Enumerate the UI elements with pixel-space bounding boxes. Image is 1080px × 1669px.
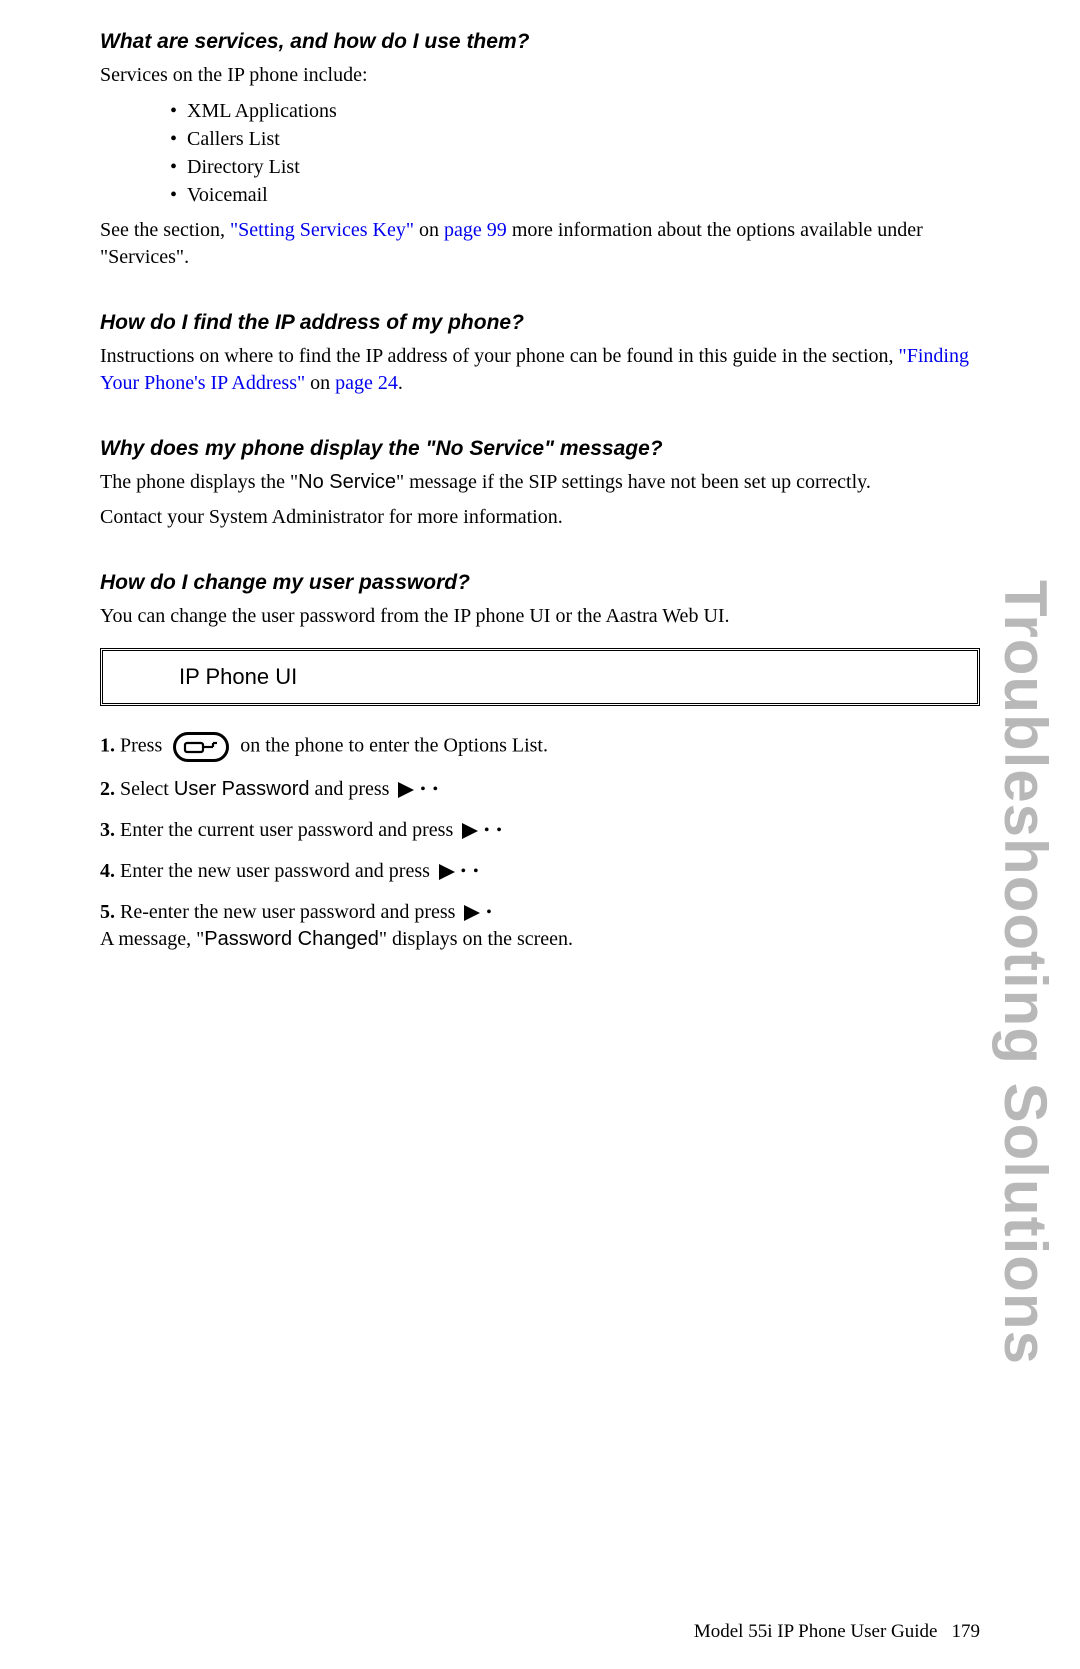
password-changed-label: Password Changed <box>204 928 379 950</box>
phone-ui-icon <box>121 663 161 691</box>
arrow-right-icon <box>464 905 480 921</box>
ip-phone-ui-box: IP Phone UI <box>100 648 980 706</box>
password-steps: 1. Press on the phone to enter the Optio… <box>100 732 980 953</box>
arrow-dots-icon: • <box>486 904 493 923</box>
link-setting-services-key[interactable]: "Setting Services Key" <box>230 219 414 241</box>
ip-address-text: Instructions on where to find the IP add… <box>100 343 980 397</box>
text: Re-enter the new user password and press <box>120 901 455 923</box>
step-number: 5. <box>100 901 115 923</box>
no-service-label: No Service <box>298 471 396 493</box>
text: and press <box>309 778 389 800</box>
text: on the phone to enter the Options List. <box>240 735 548 757</box>
link-page-24[interactable]: page 24 <box>335 372 398 394</box>
services-reference: See the section, "Setting Services Key" … <box>100 217 980 271</box>
step-5: 5. Re-enter the new user password and pr… <box>100 899 980 953</box>
footer-page-number: 179 <box>952 1621 981 1642</box>
footer-title: Model 55i IP Phone User Guide <box>694 1621 938 1642</box>
heading-ip-address: How do I find the IP address of my phone… <box>100 311 980 335</box>
list-item: Voicemail <box>170 181 980 209</box>
step-1: 1. Press on the phone to enter the Optio… <box>100 732 980 762</box>
step-3: 3. Enter the current user password and p… <box>100 817 980 844</box>
arrow-dots-icon: • • <box>484 822 503 841</box>
user-password-label: User Password <box>174 778 310 800</box>
text: A message, " <box>100 928 204 950</box>
side-tab-label: Troubleshooting Solutions <box>991 580 1060 1365</box>
step-number: 2. <box>100 778 115 800</box>
step-number: 4. <box>100 860 115 882</box>
options-key-icon <box>173 732 229 762</box>
text: Enter the new user password and press <box>120 860 430 882</box>
text: on <box>305 372 335 394</box>
step-2: 2. Select User Password and press • • <box>100 776 980 803</box>
step-number: 1. <box>100 735 115 757</box>
step-number: 3. <box>100 819 115 841</box>
step-4: 4. Enter the new user password and press… <box>100 858 980 885</box>
services-intro: Services on the IP phone include: <box>100 62 980 89</box>
heading-services: What are services, and how do I use them… <box>100 30 980 54</box>
arrow-right-icon <box>462 823 478 839</box>
text: " displays on the screen. <box>379 928 573 950</box>
text: Enter the current user password and pres… <box>120 819 453 841</box>
text: Select <box>120 778 174 800</box>
text: The phone displays the " <box>100 471 298 493</box>
text: Instructions on where to find the IP add… <box>100 345 899 367</box>
list-item: XML Applications <box>170 97 980 125</box>
arrow-dots-icon: • • <box>420 781 439 800</box>
list-item: Callers List <box>170 125 980 153</box>
arrow-right-icon <box>439 864 455 880</box>
arrow-right-icon <box>398 782 414 798</box>
text: See the section, <box>100 219 230 241</box>
text: on <box>414 219 444 241</box>
heading-no-service: Why does my phone display the "No Servic… <box>100 437 980 461</box>
link-page-99[interactable]: page 99 <box>444 219 507 241</box>
heading-change-password: How do I change my user password? <box>100 571 980 595</box>
password-intro: You can change the user password from th… <box>100 603 980 630</box>
list-item: Directory List <box>170 153 980 181</box>
arrow-dots-icon: • • <box>461 863 480 882</box>
page-footer: Model 55i IP Phone User Guide 179 <box>694 1621 980 1643</box>
text: . <box>398 372 403 394</box>
ip-phone-ui-label: IP Phone UI <box>179 664 297 690</box>
no-service-text: The phone displays the "No Service" mess… <box>100 469 980 496</box>
page-content: What are services, and how do I use them… <box>0 0 1080 1669</box>
services-list: XML Applications Callers List Directory … <box>170 97 980 209</box>
contact-admin-text: Contact your System Administrator for mo… <box>100 504 980 531</box>
text: Press <box>120 735 162 757</box>
text: " message if the SIP settings have not b… <box>396 471 871 493</box>
